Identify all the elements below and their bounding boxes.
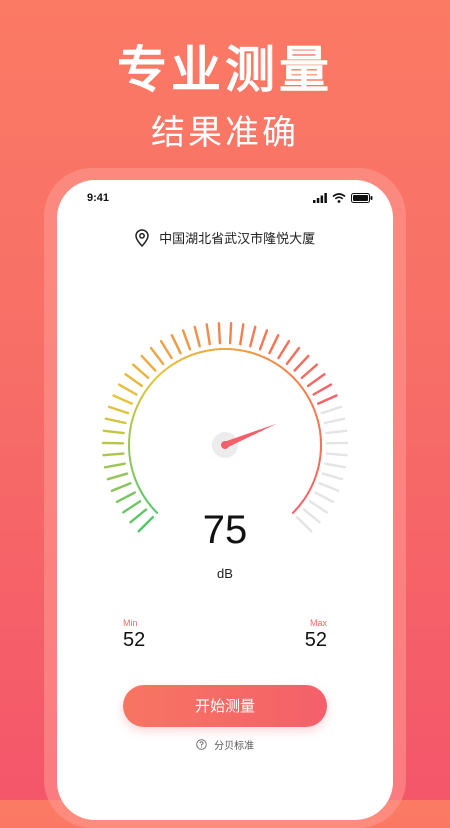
decibel-unit: dB — [57, 566, 393, 581]
gauge-tick — [219, 323, 220, 343]
decibel-standard-link[interactable]: 分贝标准 — [57, 737, 393, 752]
gauge-tick — [315, 493, 333, 502]
gauge-tick — [269, 335, 278, 353]
status-icons — [313, 193, 373, 203]
gauge-tick — [119, 385, 136, 395]
gauge-tick — [106, 419, 126, 423]
max-value: 52 — [305, 629, 327, 652]
location-pin-icon — [135, 229, 149, 247]
gauge-tick — [172, 335, 181, 353]
question-circle-icon — [196, 739, 207, 750]
gauge-tick — [240, 324, 243, 344]
gauge-tick — [103, 454, 123, 456]
max-stat: Max 52 — [305, 618, 327, 652]
location: 中国湖北省武汉市隆悦大厦 — [57, 228, 393, 247]
battery-icon — [351, 193, 373, 203]
min-stat: Min 52 — [123, 618, 145, 652]
max-label: Max — [305, 618, 327, 628]
gauge-tick — [302, 365, 317, 378]
gauge-tick — [260, 330, 267, 349]
min-value: 52 — [123, 629, 145, 652]
promo-subtitle: 结果准确 — [0, 105, 450, 154]
gauge-tick — [105, 464, 125, 468]
gauge-tick — [112, 483, 131, 490]
promo-title: 专业测量 — [0, 30, 450, 102]
signal-icon — [313, 193, 327, 203]
gauge-tick — [287, 348, 299, 364]
gauge-tick — [318, 396, 336, 404]
gauge-tick — [327, 454, 347, 456]
gauge-tick — [151, 348, 163, 364]
gauge-tick — [323, 474, 342, 480]
min-label: Min — [123, 618, 145, 628]
gauge-tick — [207, 324, 210, 344]
wifi-icon — [332, 193, 346, 203]
decibel-standard-label: 分贝标准 — [214, 741, 254, 752]
gauge-tick — [230, 323, 231, 343]
gauge-tick — [195, 327, 200, 346]
gauge-tick — [325, 419, 345, 423]
gauge-tick — [108, 474, 127, 480]
gauge-tick — [161, 341, 171, 358]
gauge-tick — [142, 356, 156, 371]
gauge-tick — [113, 396, 131, 404]
gauge-tick — [109, 407, 128, 413]
gauge-tick — [308, 374, 324, 386]
gauge-tick — [104, 431, 124, 433]
gauge-tick — [325, 464, 345, 468]
location-text: 中国湖北省武汉市隆悦大厦 — [159, 232, 315, 247]
gauge-tick — [250, 327, 255, 346]
gauge-tick — [117, 493, 135, 502]
gauge-tick — [322, 407, 341, 413]
needle-pivot — [221, 441, 229, 449]
gauge-tick — [320, 483, 339, 490]
status-bar: 9:41 — [57, 180, 393, 216]
status-time: 9:41 — [87, 192, 109, 204]
start-measure-button[interactable]: 开始测量 — [123, 685, 327, 727]
phone-screen: 9:41 中国湖北省武汉市隆悦大厦 — [57, 180, 393, 820]
gauge-tick — [295, 356, 309, 371]
gauge-tick — [314, 385, 331, 395]
gauge-tick — [133, 365, 148, 378]
gauge-tick — [326, 431, 346, 433]
gauge-tick — [183, 330, 190, 349]
decibel-reading: 75 — [57, 508, 393, 553]
gauge-tick — [278, 341, 288, 358]
gauge-tick — [126, 374, 142, 386]
